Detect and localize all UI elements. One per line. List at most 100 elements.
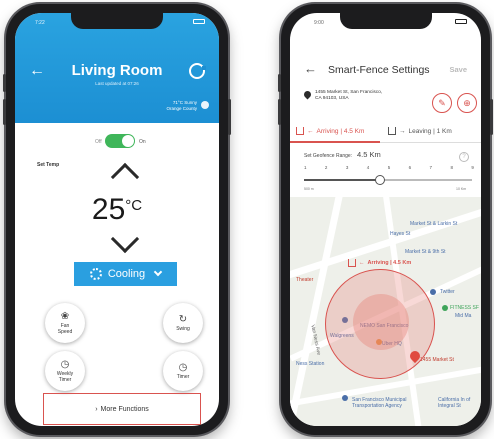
temperature-unit: °C [125, 197, 143, 214]
toggle-on-label: On [139, 139, 146, 145]
swing-icon: ↻ [178, 314, 188, 325]
volume-button [278, 74, 281, 92]
chevron-up-icon[interactable] [110, 162, 140, 192]
room-header: 7:22 ← Living Room Last updated at 07:26… [15, 13, 219, 123]
map-label: San Francisco Municipal Transportation A… [352, 397, 407, 409]
map-view[interactable]: Market St & Larkin St Hayes St Market St… [290, 197, 481, 426]
house-icon [388, 127, 396, 135]
phone-thermostat: 7:22 ← Living Room Last updated at 07:26… [3, 4, 231, 435]
add-icon[interactable]: ⊕ [457, 93, 477, 113]
scale-tick: 6 [408, 165, 412, 170]
volume-button [3, 74, 6, 92]
map-label: Hayes St [390, 231, 411, 237]
clock-icon: ◷ [178, 362, 188, 373]
address: 1455 Market St, San Francisco, CA 94103,… [315, 90, 415, 102]
tab-arriving[interactable]: ← Arriving | 4.5 Km [296, 127, 364, 135]
range-label: Set Geofence Range: [304, 153, 353, 159]
phone-notch [339, 13, 432, 29]
timer-button[interactable]: ◷ Timer [163, 351, 203, 391]
map-label: 1455 Market St [420, 357, 454, 363]
fan-label-2: Speed [57, 329, 73, 335]
map-label: Market St & 9th St [405, 249, 446, 255]
scale-tick: 1 [304, 165, 307, 170]
phone-notch [71, 13, 163, 29]
back-arrow-icon[interactable]: ← [304, 61, 317, 76]
edit-icon[interactable]: ✎ [432, 93, 452, 113]
last-updated-text: Last updated at 07:26 [95, 81, 139, 86]
slider-knob[interactable] [374, 175, 385, 185]
scale-tick: 7 [429, 165, 433, 170]
range-scale: 1 2 3 4 5 6 7 8 9 [304, 165, 474, 170]
map-label: FITNESS SF [450, 305, 479, 311]
map-label: Mid Ma [455, 313, 472, 319]
poi-icon [442, 305, 448, 311]
slider-min-label: 500 m [304, 187, 314, 191]
sun-icon [201, 101, 209, 109]
status-time: 9:00 [314, 20, 324, 26]
phone-smart-fence: 9:00 ← Smart-Fence Settings Save 1455 Ma… [278, 4, 493, 435]
arrow-left-icon: ← [359, 260, 365, 266]
power-toggle[interactable] [105, 134, 135, 148]
geofence-center [353, 294, 409, 350]
scale-tick: 3 [345, 165, 349, 170]
temperature-value: 25 [91, 193, 126, 226]
tab-arriving-label: Arriving | 4.5 Km [316, 127, 365, 135]
chevron-down-icon[interactable] [110, 224, 140, 254]
swing-button[interactable]: ↻ Swing [163, 303, 203, 343]
address-line2: CA 94103, USA [315, 96, 349, 101]
power-button [490, 99, 493, 135]
help-icon[interactable]: ? [459, 152, 469, 162]
save-button[interactable]: Save [449, 65, 467, 74]
more-functions-label: More Functions [100, 405, 149, 413]
map-label: Twitter [440, 289, 455, 295]
more-functions-button[interactable]: › More Functions [43, 393, 201, 425]
scale-tick: 9 [471, 165, 474, 170]
range-value: 4.5 Km [357, 150, 381, 159]
clock-plus-icon: ◷ [60, 359, 70, 370]
scale-tick: 4 [366, 165, 370, 170]
tab-leaving-label: Leaving | 1 Km [408, 127, 452, 135]
weather-location: Orange County [166, 106, 197, 111]
chevron-down-icon [153, 267, 163, 277]
weekly-label-2: Timer [58, 377, 72, 383]
volume-button [3, 99, 6, 125]
temperature-display: 25°C [15, 193, 219, 227]
page-title: Smart-Fence Settings [328, 64, 430, 76]
slider-fill [304, 179, 380, 181]
refresh-icon[interactable] [189, 63, 206, 79]
house-icon [348, 259, 356, 267]
weekly-timer-button[interactable]: ◷ Weekly Timer [45, 351, 85, 391]
power-button [228, 99, 231, 135]
mode-dropdown[interactable]: Cooling [74, 262, 177, 286]
timer-label: Timer [176, 374, 190, 380]
tab-leaving[interactable]: → Leaving | 1 Km [388, 127, 452, 135]
toggle-off-label: Off [95, 139, 102, 145]
status-time: 7:22 [35, 20, 45, 26]
fan-speed-button[interactable]: ❀ Fan Speed [45, 303, 85, 343]
fan-icon: ❀ [60, 311, 70, 322]
chevron-right-icon: › [95, 405, 98, 413]
arrow-right-icon: → [399, 127, 406, 135]
map-label: Theater [296, 277, 314, 283]
showcase: 7:22 ← Living Room Last updated at 07:26… [0, 0, 494, 439]
mode-label: Cooling [107, 268, 146, 280]
set-temp-label: Set Temp [37, 162, 60, 168]
smart-fence-screen: 9:00 ← Smart-Fence Settings Save 1455 Ma… [290, 13, 481, 426]
house-icon [296, 127, 304, 135]
map-label: Market St & Larkin St [410, 221, 458, 227]
poi-icon [430, 289, 436, 295]
swing-label: Swing [176, 326, 190, 332]
gear-icon [89, 268, 102, 280]
scale-tick: 5 [387, 165, 391, 170]
map-label: Ness Station [296, 361, 325, 367]
thermostat-screen: 7:22 ← Living Room Last updated at 07:26… [15, 13, 219, 426]
range-slider[interactable] [304, 175, 472, 185]
battery-icon [455, 19, 467, 24]
arrow-left-icon: ← [307, 127, 314, 135]
weather-info: 71°C Sunny Orange County [166, 100, 197, 112]
geofence-label-text: Arriving | 4.5 Km [367, 260, 412, 266]
poi-icon [342, 395, 348, 401]
scale-tick: 2 [324, 165, 328, 170]
active-tab-indicator [290, 141, 380, 143]
geofence-label: ← Arriving | 4.5 Km [348, 259, 411, 267]
